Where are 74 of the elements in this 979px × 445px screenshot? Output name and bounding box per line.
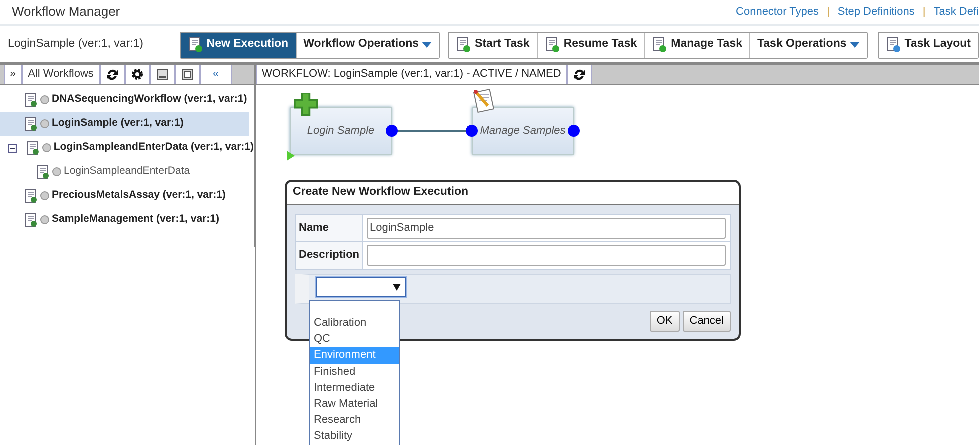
tree-item[interactable]: SampleManagement (ver:1, var:1) — [0, 208, 254, 232]
refresh-icon — [106, 68, 119, 81]
caret-icon — [850, 42, 860, 48]
dialog-button[interactable]: OK — [650, 311, 680, 332]
status-icon — [40, 191, 50, 201]
header-link[interactable]: Task Defi — [934, 4, 979, 20]
workflow-icon — [24, 92, 38, 108]
dropdown-option[interactable]: Calibration — [310, 315, 399, 332]
input-field[interactable]: LoginSample — [367, 218, 726, 238]
collapse-icon — [8, 144, 17, 152]
workflow-icon — [24, 188, 38, 204]
settings-button[interactable] — [124, 65, 150, 84]
tree-item[interactable]: LoginSampleandEnterData (ver:1, var:1) — [0, 136, 254, 160]
document-icon — [456, 37, 472, 53]
maximize-icon — [180, 68, 194, 81]
current-workflow-label: LoginSample (ver:1, var:1) — [8, 37, 145, 52]
input-port[interactable] — [466, 125, 478, 137]
workflow-icon — [24, 212, 38, 228]
refresh-icon — [573, 68, 586, 81]
select-field[interactable] — [316, 277, 406, 297]
tree-item[interactable]: LoginSample (ver:1, var:1) — [0, 112, 249, 136]
refresh-button[interactable] — [100, 65, 125, 84]
app-title: Workflow Manager — [12, 3, 120, 22]
tree-item[interactable]: PreciousMetalsAssay (ver:1, var:1) — [0, 184, 254, 208]
notepad-icon — [473, 89, 497, 113]
document-icon — [652, 37, 668, 53]
field-label: Description — [296, 242, 363, 269]
status-icon — [40, 119, 50, 129]
toolbar-button[interactable]: Start Task — [449, 32, 538, 58]
workflow-icon — [36, 164, 50, 180]
link-separator: | — [826, 4, 830, 20]
dropdown-option[interactable]: Research — [310, 412, 399, 428]
minimize-icon — [156, 68, 169, 81]
output-port[interactable] — [386, 125, 398, 137]
play-icon — [287, 151, 295, 161]
header-link[interactable]: Connector Types — [736, 4, 819, 20]
dropdown-option[interactable]: Finished — [310, 364, 399, 380]
dropdown-option[interactable]: Stability — [310, 428, 399, 444]
document-icon — [886, 37, 902, 53]
workflow-icon — [24, 116, 38, 132]
status-icon — [52, 167, 62, 177]
header-link[interactable]: Step Definitions — [838, 4, 915, 20]
field-label: Name — [296, 215, 363, 241]
dropdown-option[interactable]: Intermediate — [310, 380, 399, 396]
plus-icon — [293, 93, 319, 117]
caret-icon — [422, 42, 432, 48]
minimize-button[interactable] — [150, 65, 175, 84]
workflow-node[interactable]: Manage Samples — [472, 107, 574, 155]
tree-child-item[interactable]: LoginSampleandEnterData — [0, 160, 254, 184]
maximize-button[interactable] — [174, 65, 200, 84]
status-icon — [40, 95, 50, 105]
tree-item[interactable]: DNASequencingWorkflow (ver:1, var:1) — [0, 88, 254, 112]
caret-icon — [393, 284, 401, 290]
settings-icon — [130, 68, 144, 81]
workflow-title: WORKFLOW: LoginSample (ver:1, var:1) - ACTIVE / NAMED — [256, 65, 568, 84]
toolbar-button[interactable]: Task Layout — [878, 32, 978, 58]
output-port[interactable] — [568, 125, 580, 137]
refresh-button[interactable] — [567, 65, 592, 84]
input-field[interactable] — [367, 245, 726, 266]
document-icon — [544, 37, 561, 53]
dropdown-option[interactable]: QC — [310, 331, 399, 348]
collapse-button[interactable]: « — [200, 65, 232, 84]
workflow-node[interactable]: Login Sample — [290, 107, 392, 155]
dialog-title: Create New Workflow Execution — [287, 182, 739, 205]
document-icon — [188, 37, 204, 53]
expand-button[interactable]: » — [4, 65, 22, 84]
toolbar-button[interactable]: New Execution — [180, 32, 297, 58]
dropdown-option[interactable]: Raw Material — [310, 396, 399, 412]
status-icon — [42, 143, 52, 153]
filter-button[interactable]: All Workflows — [22, 65, 100, 84]
workflow-icon — [26, 140, 40, 156]
status-icon — [40, 215, 50, 225]
dialog-button[interactable]: Cancel — [682, 311, 731, 332]
link-separator: | — [922, 4, 926, 20]
